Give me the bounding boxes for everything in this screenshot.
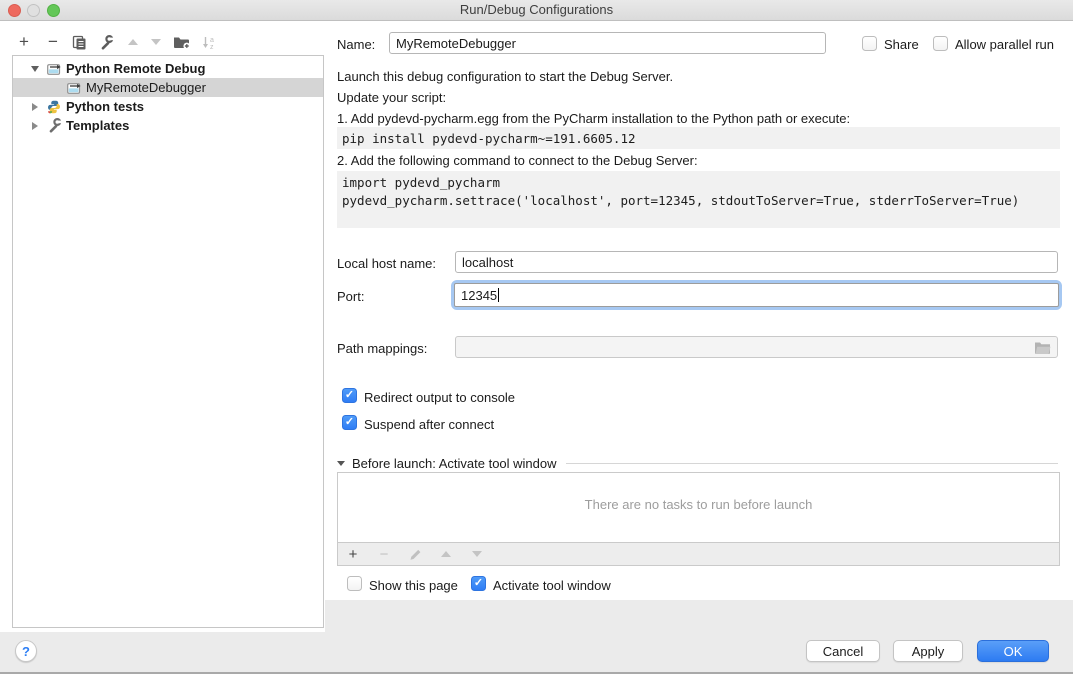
remove-configuration-button[interactable]: − bbox=[43, 32, 63, 52]
apply-button[interactable]: Apply bbox=[893, 640, 963, 662]
text-cursor bbox=[498, 288, 499, 302]
port-input-focus-ring: 12345 bbox=[451, 280, 1062, 310]
path-mappings-input[interactable] bbox=[455, 336, 1058, 358]
check-icon: ✓ bbox=[345, 417, 354, 428]
before-launch-header[interactable]: Before launch: Activate tool window bbox=[337, 455, 1058, 472]
redirect-output-checkbox[interactable]: ✓ bbox=[342, 388, 357, 403]
collapse-expander-icon[interactable] bbox=[29, 66, 40, 72]
pencil-icon bbox=[409, 548, 422, 561]
tree-item-myremotedebugger[interactable]: MyRemoteDebugger bbox=[13, 78, 323, 97]
activate-tool-window-checkbox[interactable]: ✓ bbox=[471, 576, 486, 591]
add-task-button[interactable]: + bbox=[346, 546, 360, 563]
svg-text:a: a bbox=[210, 37, 214, 44]
move-down-button[interactable] bbox=[146, 32, 166, 52]
down-arrow-icon bbox=[472, 551, 482, 557]
tree-item-templates[interactable]: Templates bbox=[13, 116, 323, 135]
tree-item-label: MyRemoteDebugger bbox=[86, 80, 206, 95]
dialog-footer: ? Cancel Apply OK bbox=[0, 632, 1073, 674]
tree-item-python-tests[interactable]: Python tests bbox=[13, 97, 323, 116]
pip-install-code-snippet: pip install pydevd-pycharm~=191.6605.12 bbox=[337, 127, 1060, 149]
help-button[interactable]: ? bbox=[15, 640, 37, 662]
wrench-icon bbox=[46, 118, 62, 133]
configurations-tree: Python Remote Debug MyRemoteDebugger bbox=[12, 55, 324, 628]
create-folder-button[interactable] bbox=[172, 32, 192, 52]
copy-icon bbox=[72, 35, 87, 50]
path-mappings-label: Path mappings: bbox=[337, 340, 427, 357]
run-debug-configurations-dialog: Run/Debug Configurations + − bbox=[0, 0, 1073, 674]
code-line: pydevd_pycharm.settrace('localhost', por… bbox=[342, 192, 1055, 210]
tree-item-label: Python Remote Debug bbox=[66, 61, 205, 76]
suspend-after-connect-checkbox[interactable]: ✓ bbox=[342, 415, 357, 430]
expand-expander-icon[interactable] bbox=[29, 103, 40, 111]
expand-expander-icon[interactable] bbox=[29, 122, 40, 130]
check-icon: ✓ bbox=[474, 578, 483, 589]
local-host-name-label: Local host name: bbox=[337, 255, 436, 272]
cancel-button[interactable]: Cancel bbox=[806, 640, 880, 662]
before-launch-task-list[interactable]: There are no tasks to run before launch bbox=[337, 472, 1060, 543]
show-this-page-checkbox[interactable] bbox=[347, 576, 362, 591]
tree-item-label: Python tests bbox=[66, 99, 144, 114]
down-arrow-icon bbox=[151, 39, 161, 45]
new-folder-icon bbox=[173, 35, 191, 50]
move-task-down-button[interactable] bbox=[470, 551, 484, 557]
remote-debug-icon bbox=[46, 62, 62, 76]
check-icon: ✓ bbox=[345, 390, 354, 401]
update-script-text: Update your script: bbox=[337, 89, 446, 106]
up-arrow-icon bbox=[441, 551, 451, 557]
edit-task-button[interactable] bbox=[408, 548, 422, 561]
remote-debug-icon bbox=[66, 81, 82, 95]
ok-button[interactable]: OK bbox=[977, 640, 1049, 662]
remove-task-button[interactable]: − bbox=[377, 546, 391, 563]
intro-text: Launch this debug configuration to start… bbox=[337, 68, 673, 85]
sort-configurations-button[interactable]: a z bbox=[199, 32, 219, 52]
show-this-page-label: Show this page bbox=[369, 577, 458, 594]
activate-tool-window-label: Activate tool window bbox=[493, 577, 611, 594]
move-up-button[interactable] bbox=[123, 32, 143, 52]
local-host-name-input[interactable] bbox=[455, 251, 1058, 273]
share-checkbox[interactable] bbox=[862, 36, 877, 51]
wrench-icon bbox=[99, 35, 114, 50]
name-input[interactable] bbox=[389, 32, 826, 54]
settrace-code-snippet: import pydevd_pycharm pydevd_pycharm.set… bbox=[337, 171, 1060, 228]
tree-item-label: Templates bbox=[66, 118, 129, 133]
task-list-toolbar: + − bbox=[337, 543, 1060, 566]
collapse-triangle-icon[interactable] bbox=[337, 461, 345, 466]
allow-parallel-run-label: Allow parallel run bbox=[955, 36, 1054, 53]
port-input[interactable]: 12345 bbox=[454, 283, 1059, 307]
allow-parallel-run-checkbox[interactable] bbox=[933, 36, 948, 51]
step2-text: 2. Add the following command to connect … bbox=[337, 152, 698, 169]
redirect-output-label: Redirect output to console bbox=[364, 389, 515, 406]
code-line: import pydevd_pycharm bbox=[342, 174, 1055, 192]
move-task-up-button[interactable] bbox=[439, 551, 453, 557]
separator-line bbox=[566, 463, 1058, 464]
title-bar: Run/Debug Configurations bbox=[0, 0, 1073, 21]
question-mark-icon: ? bbox=[22, 644, 30, 659]
name-label: Name: bbox=[337, 36, 375, 53]
python-icon bbox=[46, 100, 62, 114]
window-title: Run/Debug Configurations bbox=[0, 0, 1073, 20]
add-configuration-button[interactable]: + bbox=[14, 32, 34, 52]
tree-item-python-remote-debug[interactable]: Python Remote Debug bbox=[13, 59, 323, 78]
step1-text: 1. Add pydevd-pycharm.egg from the PyCha… bbox=[337, 110, 850, 127]
copy-configuration-button[interactable] bbox=[69, 32, 89, 52]
up-arrow-icon bbox=[128, 39, 138, 45]
share-label: Share bbox=[884, 36, 919, 53]
editor-bottom-filler bbox=[325, 600, 1073, 632]
svg-text:z: z bbox=[210, 44, 214, 50]
sort-az-icon: a z bbox=[201, 35, 218, 50]
empty-task-message: There are no tasks to run before launch bbox=[338, 497, 1059, 512]
edit-templates-button[interactable] bbox=[96, 32, 116, 52]
suspend-after-connect-label: Suspend after connect bbox=[364, 416, 494, 433]
browse-folder-icon[interactable] bbox=[1034, 341, 1051, 355]
port-label: Port: bbox=[337, 288, 364, 305]
before-launch-title: Before launch: Activate tool window bbox=[352, 456, 557, 471]
